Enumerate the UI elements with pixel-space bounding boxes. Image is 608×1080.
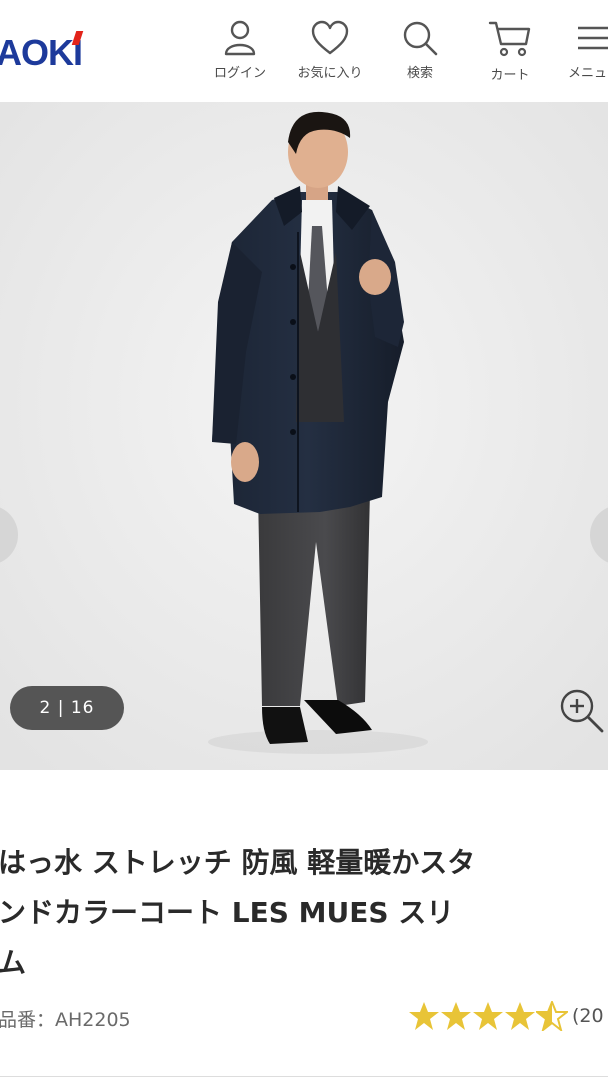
cart-icon (488, 21, 531, 57)
divider (0, 1076, 608, 1077)
product-page: AOKI ログイン お気に入り 検索 カート メニュ 2 | 16 はっ水 スト… (0, 0, 608, 1080)
menu-icon (578, 26, 608, 50)
product-title-line: ム (0, 946, 27, 979)
zoom-button[interactable] (556, 686, 606, 740)
product-title-line: ンドカラーコート LES MUES スリ (0, 896, 455, 929)
nav-login-label: ログイン (213, 66, 266, 81)
product-title-line: はっ水 ストレッチ 防風 軽量暖かスタ (0, 846, 476, 879)
star-icon (473, 1002, 503, 1030)
rating-stars[interactable]: (20 (408, 1001, 604, 1033)
product-photo (0, 102, 608, 770)
person-icon (224, 20, 256, 56)
product-image-gallery[interactable] (0, 102, 608, 770)
gallery-counter: 2 | 16 (10, 686, 124, 730)
product-sku: 品番：AH2205 (0, 1009, 131, 1031)
nav-cart-label: カート (490, 68, 530, 83)
site-header: AOKI ログイン お気に入り 検索 カート メニュ (0, 0, 608, 102)
heart-icon (311, 20, 349, 55)
nav-menu-button[interactable]: メニュー (568, 20, 608, 90)
nav-cart-button[interactable]: カート (480, 20, 540, 90)
review-count[interactable]: (20 (572, 1005, 604, 1027)
brand-logo[interactable]: AOKI (0, 32, 83, 74)
product-title: はっ水 ストレッチ 防風 軽量暖かスタ ンドカラーコート LES MUES スリ… (0, 838, 608, 988)
nav-menu-label: メニュー (568, 66, 608, 81)
nav-login-button[interactable]: ログイン (208, 20, 272, 90)
half-star-icon (536, 1001, 568, 1031)
search-icon (403, 21, 438, 56)
nav-favorites-label: お気に入り (297, 66, 363, 81)
nav-search-label: 検索 (406, 66, 433, 81)
zoom-in-icon (560, 689, 604, 733)
nav-favorites-button[interactable]: お気に入り (290, 20, 370, 90)
star-icon (505, 1002, 535, 1030)
nav-search-button[interactable]: 検索 (392, 20, 448, 90)
star-icon (409, 1002, 439, 1030)
star-icon (441, 1002, 471, 1030)
